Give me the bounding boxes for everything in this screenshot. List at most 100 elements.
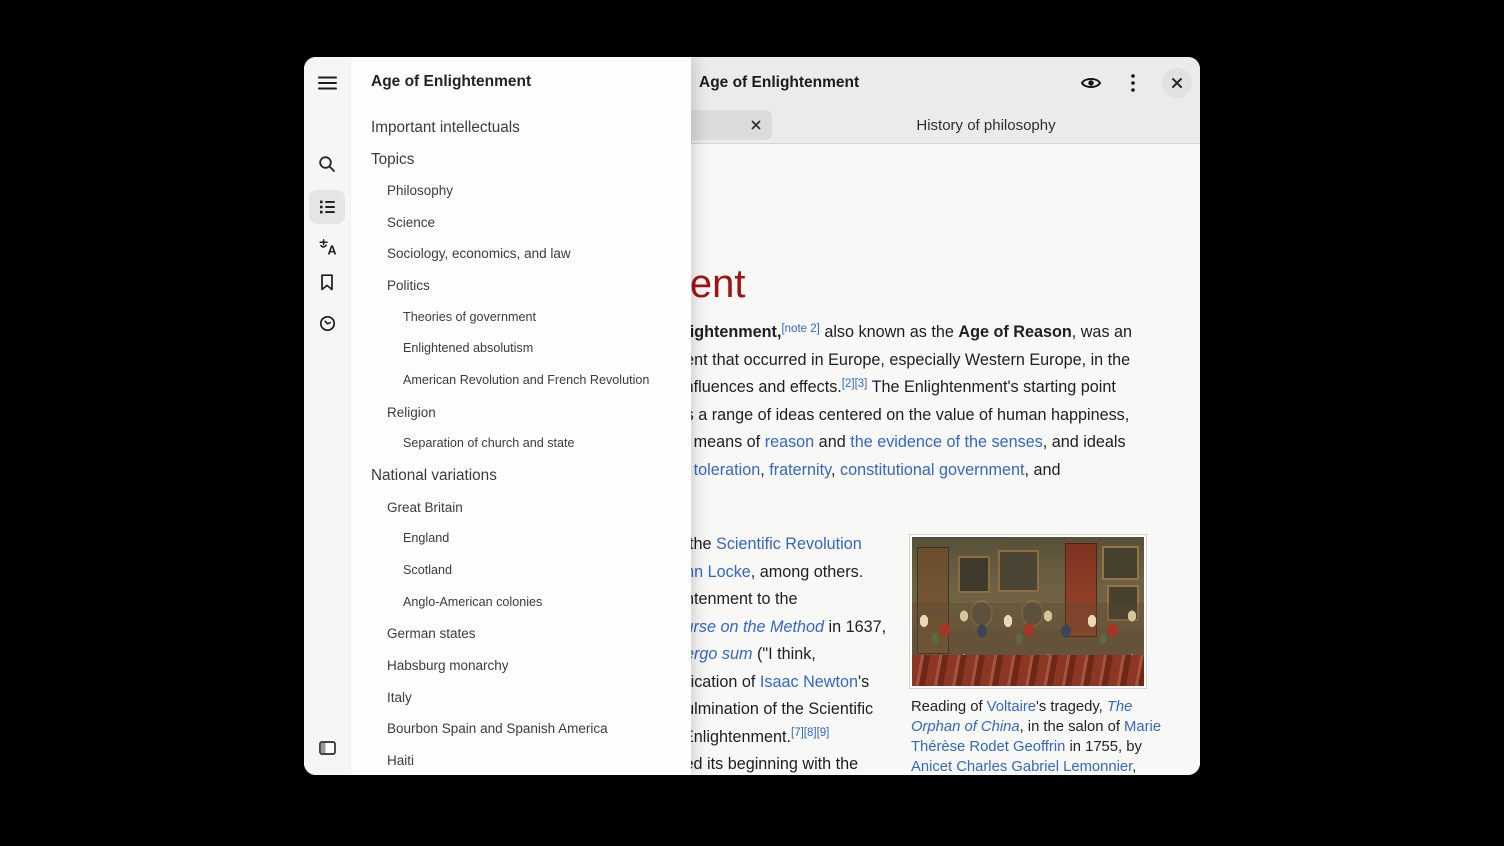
article-link[interactable]: ergo sum	[685, 645, 752, 663]
article-text: ,	[1132, 759, 1136, 775]
article-link[interactable]: fraternity	[769, 461, 831, 479]
article-link[interactable]: Marie	[1124, 719, 1161, 735]
article-link[interactable]: toleration	[694, 461, 761, 479]
toc-button[interactable]	[309, 190, 345, 224]
toc-item-theories-of-government[interactable]: Theories of government	[403, 302, 536, 332]
article-line: Enlightenment.[7][8][9]	[683, 724, 829, 754]
toc-item-philosophy[interactable]: Philosophy	[387, 175, 453, 205]
toc-item-sociology-economics-and-law[interactable]: Sociology, economics, and law	[387, 238, 571, 268]
toc-panel: Age of Enlightenment Important intellect…	[350, 57, 691, 775]
article-line: as toleration, fraternity, constitutiona…	[672, 457, 1060, 485]
toc-item-bourbon-spain-and-spanish-america[interactable]: Bourbon Spain and Spanish America	[387, 713, 608, 743]
article-text: The Enlightenment's starting point	[867, 378, 1115, 396]
painting-crowd	[912, 603, 1144, 657]
main-menu-button[interactable]	[1118, 68, 1148, 98]
article-text: , was an	[1072, 323, 1132, 341]
sidebar-toggle-icon	[319, 741, 336, 755]
tab-close-icon	[751, 120, 761, 130]
language-button[interactable]: A	[309, 230, 345, 264]
article-line: the Scientific Revolution	[689, 531, 862, 559]
article-line: by means of reason and the evidence of t…	[672, 429, 1126, 457]
article-text: Reading of	[911, 699, 987, 715]
salon-painting-image[interactable]	[910, 535, 1146, 688]
hamburger-icon	[318, 76, 337, 90]
search-icon	[318, 155, 336, 173]
toc-item-england[interactable]: England	[403, 523, 449, 553]
toc-item-italy[interactable]: Italy	[387, 682, 412, 712]
desktop-background: { "window": { "title": "Age of Enlighten…	[0, 0, 1504, 846]
article-text: , in the salon of	[1020, 719, 1124, 735]
toc-list-icon	[318, 199, 336, 215]
language-icon: A	[318, 238, 337, 256]
article-line: influences and effects.[2][3] The Enligh…	[681, 374, 1116, 404]
article-text: , and	[1024, 461, 1060, 479]
search-button[interactable]	[309, 147, 345, 181]
article-link[interactable]: Scientific Revolution	[716, 535, 862, 553]
article-line: Reading of Voltaire's tragedy, The	[911, 697, 1132, 717]
window-title: Age of Enlightenment	[699, 57, 859, 108]
eye-icon	[1080, 75, 1102, 91]
painting-carpet	[912, 655, 1144, 686]
article-text: , and ideals	[1043, 433, 1126, 451]
toc-item-great-britain[interactable]: Great Britain	[387, 492, 463, 522]
article-link[interactable]: [7][8][9]	[791, 727, 829, 739]
tab-close-button[interactable]	[744, 113, 768, 137]
article-text: 's tragedy,	[1036, 699, 1107, 715]
bookmarks-button[interactable]	[309, 265, 345, 299]
toc-item-german-states[interactable]: German states	[387, 618, 476, 648]
toc-item-habsburg-monarchy[interactable]: Habsburg monarchy	[387, 650, 509, 680]
article-line: culmination of the Scientific	[677, 696, 873, 724]
toc-item-topics[interactable]: Topics	[371, 145, 414, 175]
article-text: movement that occurred in Europe, especi…	[632, 351, 1130, 369]
toc-item-politics[interactable]: Politics	[387, 270, 430, 300]
kebab-menu-icon	[1130, 73, 1136, 93]
toc-item-haiti[interactable]: Haiti	[387, 745, 414, 775]
toc-item-religion[interactable]: Religion	[387, 397, 436, 427]
article-text: , among others.	[751, 563, 863, 581]
article-link[interactable]: Thérèse Rodet Geoffrin	[911, 739, 1065, 755]
article-text: Age of Reason	[958, 323, 1071, 341]
article-text: influences and effects.	[681, 378, 842, 396]
article-link[interactable]: The	[1107, 699, 1133, 715]
article-link[interactable]: Orphan of China	[911, 719, 1020, 735]
article-link[interactable]: Voltaire	[987, 699, 1036, 715]
toc-item-important-intellectuals[interactable]: Important intellectuals	[371, 113, 520, 143]
painting-frame-2	[998, 550, 1039, 591]
view-toggle-button[interactable]	[1076, 68, 1106, 98]
toc-item-scotland[interactable]: Scotland	[403, 555, 452, 585]
article-text: in 1755, by	[1065, 739, 1142, 755]
article-link[interactable]: the evidence of the senses	[850, 433, 1043, 451]
article-text: ,	[760, 461, 769, 479]
toc-item-national-variations[interactable]: National variations	[371, 461, 497, 491]
article-line: dated its beginning with the	[662, 751, 858, 775]
article-link[interactable]: [2][3]	[842, 378, 868, 390]
toc-item-separation-of-church-and-state[interactable]: Separation of church and state	[403, 428, 575, 458]
sidebar-toggle-button[interactable]	[309, 731, 345, 765]
article-link[interactable]: [note 2]	[781, 323, 819, 335]
toc-item-enlightened-absolutism[interactable]: Enlightened absolutism	[403, 333, 533, 363]
article-line: ergo sum ("I think,	[685, 641, 816, 669]
toc-sidebar-overlay: Age of Enlightenment Important intellect…	[304, 57, 690, 775]
toc-panel-title: Age of Enlightenment	[371, 73, 531, 91]
toc-item-american-revolution-and-french-revolution[interactable]: American Revolution and French Revolutio…	[403, 365, 649, 395]
article-text: dated its beginning with the	[662, 755, 858, 773]
hamburger-menu-button[interactable]	[309, 66, 345, 100]
article-link[interactable]: Isaac Newton	[760, 673, 858, 691]
history-clock-icon	[319, 315, 336, 332]
article-line: publication of Isaac Newton's	[660, 669, 869, 697]
svg-text:A: A	[327, 243, 336, 256]
painting-frame-3	[1102, 546, 1138, 580]
article-link[interactable]: constitutional government	[840, 461, 1024, 479]
article-link[interactable]: Anicet Charles Gabriel Lemonnier	[911, 759, 1132, 775]
article-link[interactable]: reason	[765, 433, 815, 451]
article-text: is a range of ideas centered on the valu…	[682, 406, 1129, 424]
article-text: Enlightenment.	[683, 728, 791, 746]
close-icon	[1171, 77, 1183, 89]
toc-item-science[interactable]: Science	[387, 207, 435, 237]
history-button[interactable]	[309, 306, 345, 340]
tab-history-of-philosophy[interactable]: History of philosophy	[776, 108, 1196, 142]
toc-item-anglo-american-colonies[interactable]: Anglo-American colonies	[403, 587, 542, 617]
bookmark-icon	[320, 274, 334, 291]
painting-frame-1	[958, 556, 990, 593]
close-window-button[interactable]	[1162, 68, 1192, 98]
